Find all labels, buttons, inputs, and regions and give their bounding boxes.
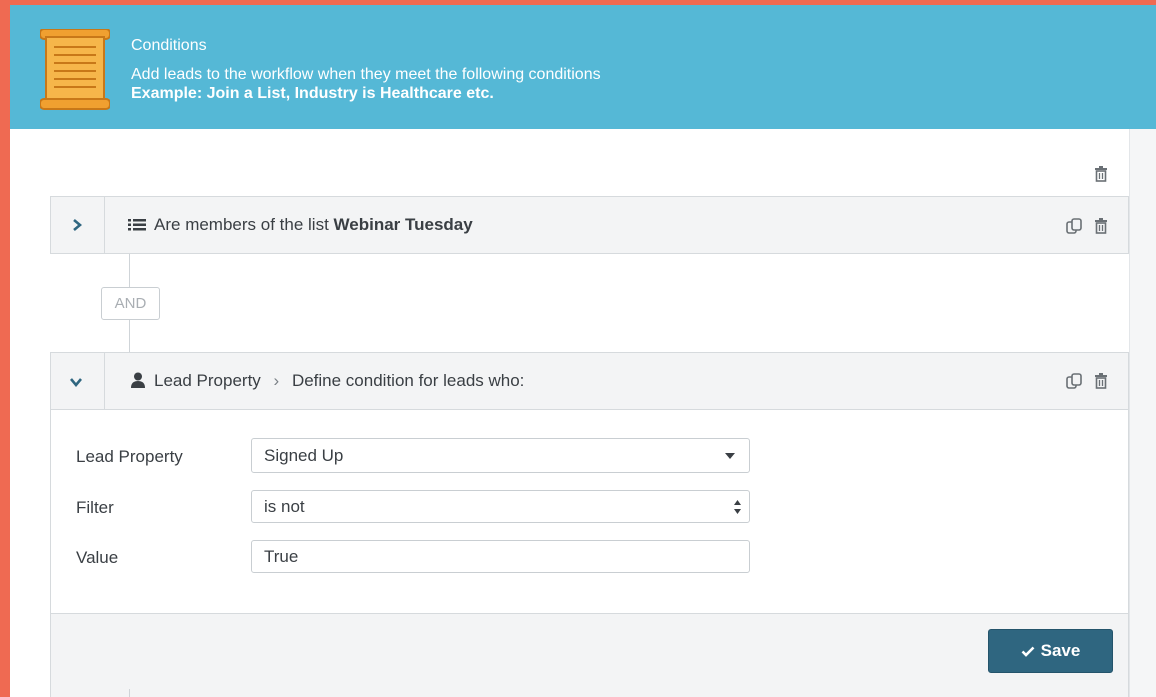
conditions-header: Conditions Add leads to the workflow whe…	[10, 5, 1156, 129]
save-button[interactable]: Save	[988, 629, 1113, 673]
select-arrows-icon	[734, 500, 741, 514]
condition-footer	[51, 613, 1128, 697]
condition-list-membership: Are members of the list Webinar Tuesday	[50, 196, 1129, 254]
list-icon	[128, 219, 146, 231]
breadcrumb-separator: ›	[273, 371, 280, 390]
list-name: Webinar Tuesday	[333, 215, 473, 234]
condition-header: Lead Property › Define condition for lea…	[51, 353, 1128, 410]
save-label: Save	[1040, 641, 1081, 660]
condition-summary: Are members of the list Webinar Tuesday	[154, 215, 473, 235]
caret-down-icon	[725, 453, 735, 459]
header-title: Conditions	[131, 37, 207, 54]
condition-summary: Lead Property › Define condition for lea…	[154, 371, 524, 391]
condition-description: Define condition for leads who:	[291, 371, 525, 390]
condition-text: members of the list	[180, 215, 334, 234]
chevron-right-icon[interactable]	[72, 218, 82, 232]
collapse-toggle[interactable]	[51, 353, 105, 409]
trash-icon[interactable]	[1094, 166, 1108, 182]
connector-line	[129, 689, 130, 697]
expand-toggle[interactable]	[51, 197, 105, 253]
filter-value: is not	[264, 497, 305, 516]
chevron-down-icon[interactable]	[69, 377, 83, 387]
breadcrumb-category[interactable]: Lead Property	[154, 371, 261, 390]
filter-label: Filter	[76, 498, 114, 517]
scroll-icon	[40, 29, 110, 110]
value-input[interactable]: True	[251, 540, 750, 573]
trash-icon[interactable]	[1094, 373, 1108, 389]
scrollbar-track[interactable]	[1129, 129, 1156, 697]
filter-select[interactable]: is not	[251, 490, 750, 523]
and-operator-badge[interactable]: AND	[101, 287, 160, 320]
user-icon	[131, 372, 145, 388]
condition-prefix: Are	[154, 215, 181, 234]
checkmark-icon	[1021, 646, 1035, 657]
value-input-text: True	[264, 547, 299, 566]
header-description: Add leads to the workflow when they meet…	[131, 66, 601, 83]
header-example: Example: Join a List, Industry is Health…	[131, 85, 494, 102]
value-label: Value	[76, 548, 119, 567]
connector-line	[129, 320, 130, 352]
lead-property-label: Lead Property	[76, 447, 183, 466]
copy-icon[interactable]	[1066, 218, 1082, 234]
lead-property-value: Signed Up	[264, 446, 344, 465]
connector-line	[129, 254, 130, 287]
trash-icon[interactable]	[1094, 218, 1108, 234]
lead-property-select[interactable]: Signed Up	[251, 438, 750, 473]
copy-icon[interactable]	[1066, 373, 1082, 389]
